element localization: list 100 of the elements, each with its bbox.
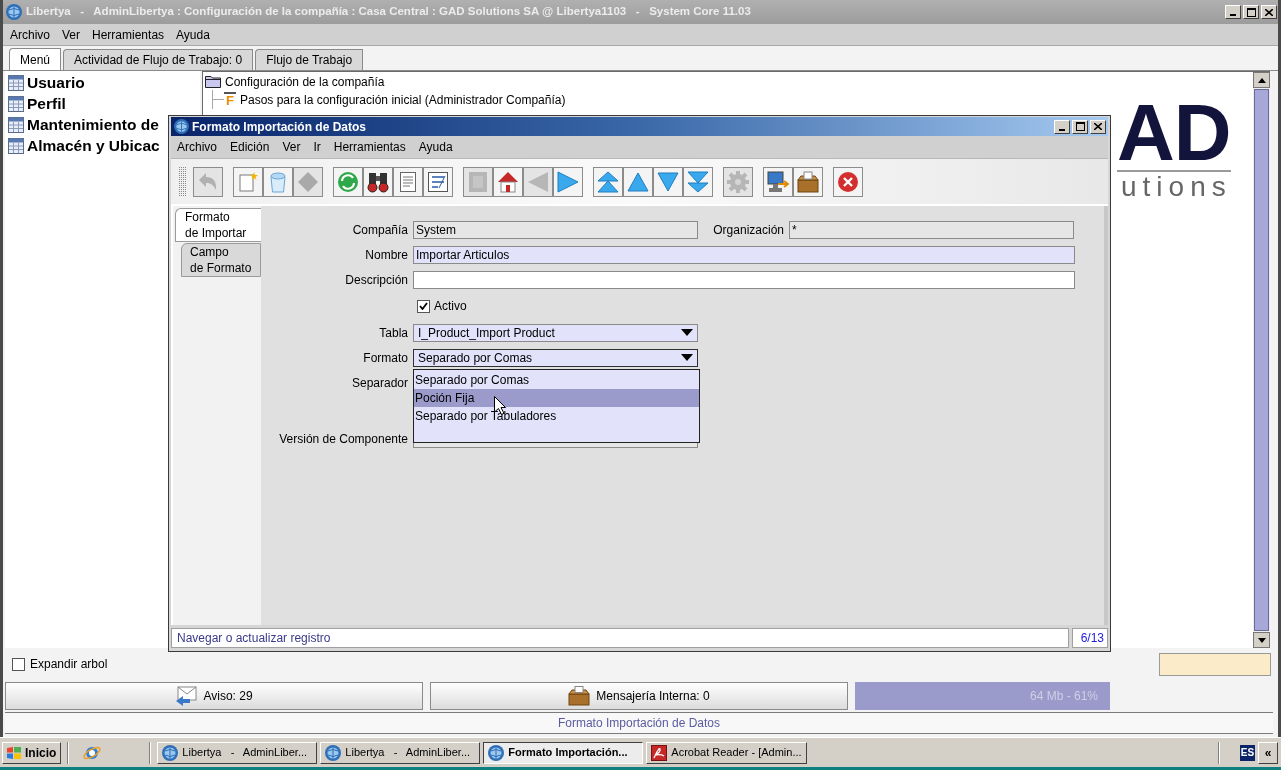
- tree-item[interactable]: Configuración de la compañía: [225, 72, 385, 91]
- refresh-icon: [337, 170, 359, 193]
- menu-item[interactable]: Ir: [313, 138, 321, 156]
- diamond-icon: [297, 170, 319, 193]
- monitor-icon: [767, 170, 789, 193]
- close-button[interactable]: [1261, 5, 1277, 19]
- globe-icon: [325, 744, 342, 761]
- maximize-icon: [1075, 122, 1085, 131]
- dropdown-field[interactable]: I_Product_Import Product: [413, 323, 698, 342]
- menu-item[interactable]: Herramientas: [333, 138, 406, 156]
- input-field[interactable]: System: [413, 220, 698, 239]
- checkbox[interactable]: [12, 657, 25, 671]
- field-label: Descripción: [345, 271, 408, 289]
- toolbar-button[interactable]: [393, 166, 423, 197]
- field-label: Nombre: [365, 246, 408, 264]
- checkmark-icon: [419, 302, 428, 310]
- collapse-button[interactable]: «: [1258, 741, 1278, 764]
- globe-icon: [162, 744, 179, 761]
- tab[interactable]: Actividad de Flujo de Trabajo: 0: [63, 49, 254, 70]
- folder-icon: [205, 75, 221, 88]
- menu-item[interactable]: Archivo: [177, 138, 217, 156]
- pdf-icon: [651, 744, 668, 761]
- caret-icon: [681, 354, 693, 361]
- toolbar-button[interactable]: [793, 166, 823, 197]
- minimize-icon: [1230, 14, 1236, 16]
- up-triangle-icon: [627, 170, 649, 193]
- document-star-icon: [237, 170, 259, 193]
- table-icon: [8, 96, 24, 112]
- side-tab[interactable]: Campo de Formato: [181, 243, 261, 277]
- tab[interactable]: Menú: [9, 48, 62, 70]
- binoculars-icon: [367, 170, 389, 193]
- checkbox-label: Activo: [434, 298, 467, 315]
- close-icon: [837, 170, 859, 193]
- document-lines-icon: [397, 170, 419, 193]
- scroll-up-button[interactable]: [1253, 72, 1270, 88]
- dropdown-field[interactable]: Separado por Comas: [413, 348, 698, 367]
- maximize-icon: [1246, 7, 1256, 17]
- taskbar-button[interactable]: Libertya - AdminLiber...: [320, 741, 481, 764]
- favorite-item[interactable]: Almacén y Ubicac: [27, 134, 160, 158]
- gear-icon: [727, 170, 749, 193]
- checkbox[interactable]: [417, 299, 430, 313]
- table-icon: [8, 138, 24, 154]
- input-field[interactable]: [1159, 652, 1271, 676]
- side-tab[interactable]: Formato de Importar: [175, 208, 261, 242]
- language-indicator[interactable]: ES: [1240, 744, 1255, 761]
- toolbar-button[interactable]: [763, 166, 793, 197]
- maximize-button[interactable]: [1243, 5, 1259, 19]
- dropdown-option[interactable]: Separado por Comas: [414, 370, 699, 389]
- maximize-button[interactable]: [1072, 119, 1088, 134]
- status-button[interactable]: Aviso: 29: [5, 682, 423, 710]
- favorite-item[interactable]: Perfil: [27, 92, 66, 116]
- minimize-button[interactable]: [1054, 119, 1070, 134]
- toolbar-button[interactable]: [423, 166, 453, 197]
- logo-tagline: utions: [1120, 172, 1232, 202]
- field-label: Versión de Componente: [279, 430, 408, 448]
- tree-item[interactable]: Pasos para la configuración inicial (Administrador Compañía): [239, 90, 566, 109]
- menu-item[interactable]: Archivo: [10, 25, 50, 44]
- input-field[interactable]: *: [789, 220, 1074, 239]
- menu-item[interactable]: Edición: [230, 138, 270, 156]
- menu-item[interactable]: Ayuda: [418, 138, 453, 156]
- toolbar-button[interactable]: [363, 166, 393, 197]
- toolbar-button[interactable]: [493, 166, 523, 197]
- record-counter: 6/13: [1072, 628, 1108, 648]
- scrollbar-thumb[interactable]: [1254, 89, 1269, 631]
- trash-icon: [267, 170, 289, 193]
- down-arrow-icon: [1257, 637, 1266, 643]
- start-button[interactable]: Inicio: [2, 741, 62, 764]
- scroll-down-button[interactable]: [1253, 632, 1270, 648]
- dropdown-option[interactable]: Poción Fija: [414, 388, 699, 407]
- minimize-button[interactable]: [1225, 5, 1241, 19]
- taskbar-button[interactable]: Acrobat Reader - [Admin...: [646, 741, 807, 764]
- favorite-item[interactable]: Usuario: [27, 71, 85, 95]
- input-field[interactable]: Importar Articulos: [413, 245, 1075, 264]
- minimize-icon: [1059, 128, 1065, 131]
- favorite-item[interactable]: Mantenimiento de: [27, 113, 159, 137]
- taskbar-button[interactable]: Libertya - AdminLiber...: [157, 741, 318, 764]
- checkbox-label: Expandir arbol: [30, 656, 108, 673]
- close-button[interactable]: [1090, 119, 1106, 134]
- double-up-triangle-icon: [597, 170, 619, 193]
- menu-item[interactable]: Ver: [62, 25, 81, 44]
- field-label: Compañía: [352, 221, 408, 239]
- menu-item[interactable]: Ver: [282, 138, 301, 156]
- menu-item[interactable]: Herramientas: [92, 25, 165, 44]
- status-button[interactable]: Mensajería Interna: 0: [430, 682, 848, 710]
- close-icon: [1265, 8, 1273, 16]
- field-label: Organización: [713, 221, 784, 239]
- app-globe-icon: [6, 4, 22, 20]
- close-icon: [1094, 123, 1102, 130]
- up-arrow-icon: [1257, 77, 1266, 83]
- globe-icon: [488, 744, 505, 761]
- window-title: Libertya - AdminLibertya : Configuración de la compañía : Casa Central : GAD Solutions SA @ Libertya1103 - System Core 11.03: [26, 4, 751, 20]
- box-icon: [568, 686, 591, 706]
- input-field[interactable]: [413, 270, 1075, 289]
- dropdown-option[interactable]: Separado por Tabuladores: [414, 406, 699, 425]
- house-icon: [497, 170, 519, 193]
- app-globe-icon: [174, 119, 189, 134]
- caret-icon: [681, 329, 693, 336]
- menu-item[interactable]: Ayuda: [176, 25, 210, 44]
- taskbar-button[interactable]: Formato Importación...: [483, 741, 644, 764]
- tab[interactable]: Flujo de Trabajo: [255, 49, 364, 70]
